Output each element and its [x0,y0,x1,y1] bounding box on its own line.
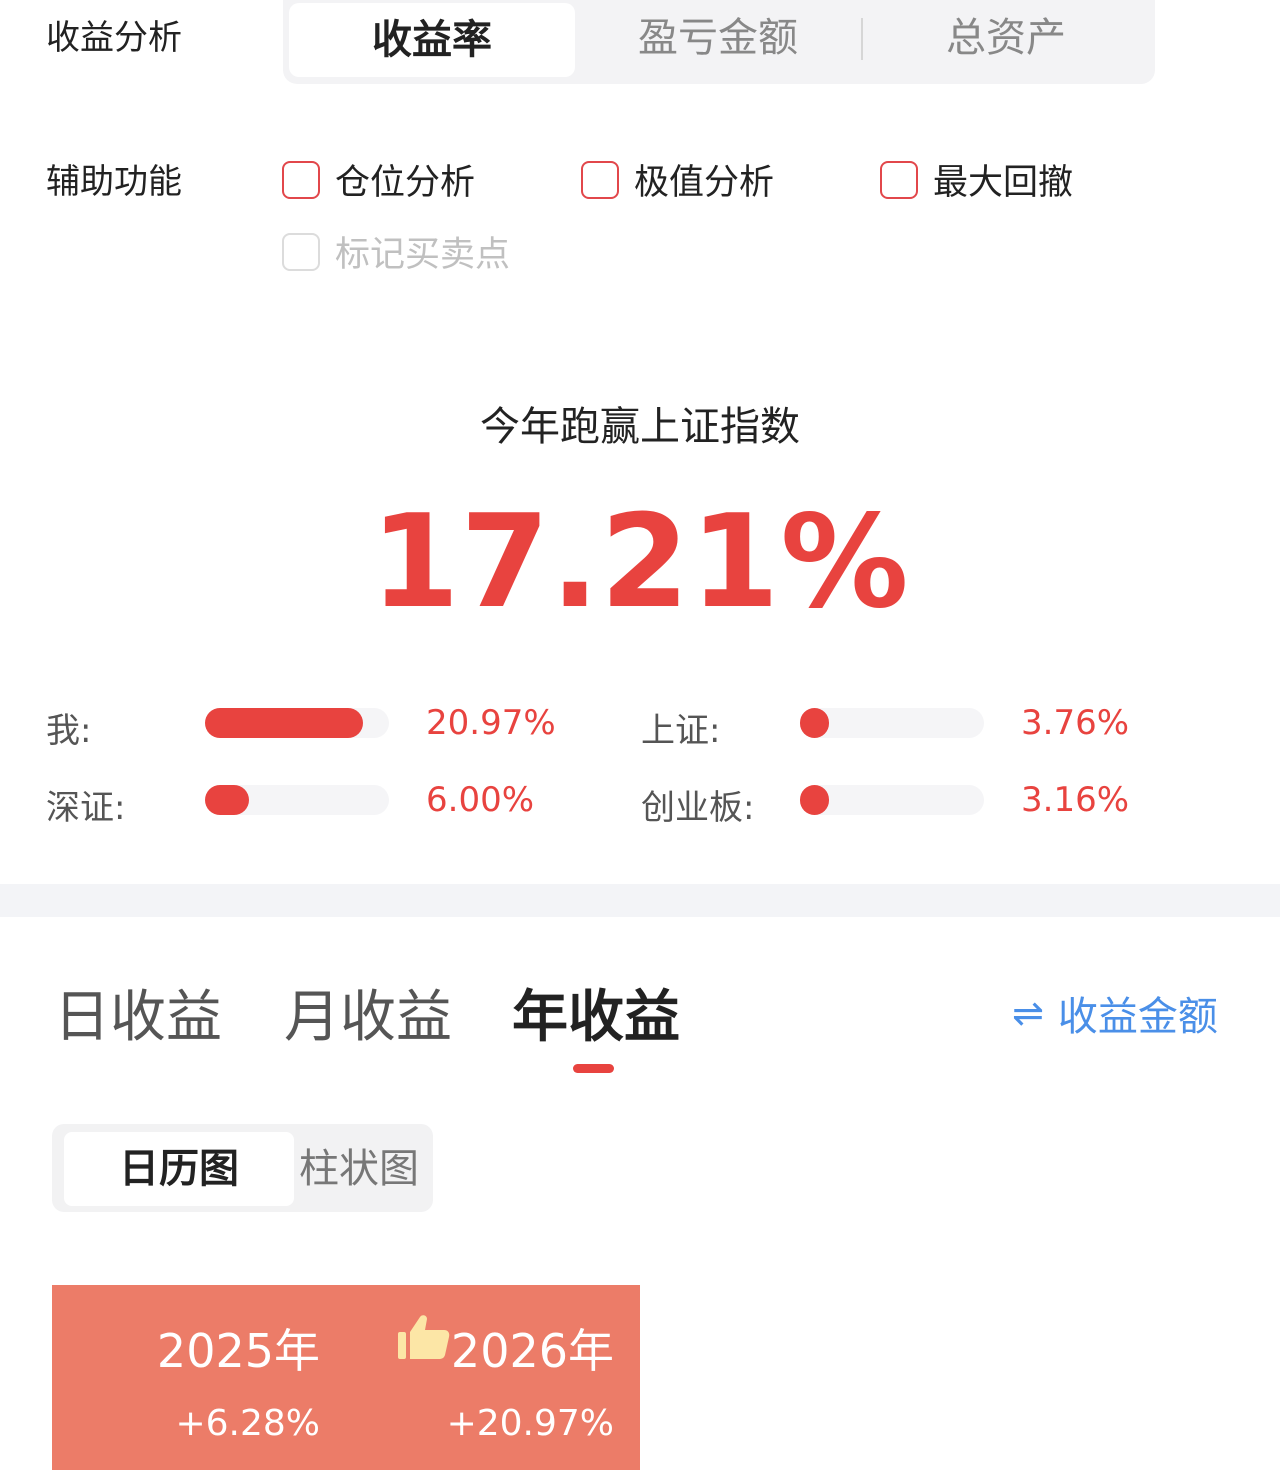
calendar-year: 2025年 [156,1324,320,1378]
compare-value-chinext: 3.16% [1021,780,1130,820]
compare-label-me: 我: [46,711,92,751]
checkbox-box[interactable] [880,160,918,199]
compare-label-sse: 上证: [641,711,721,751]
compare-bar-sse [800,708,830,738]
compare-track-chinext [800,785,984,815]
checkbox-box [282,232,320,271]
compare-track-szse [205,785,389,815]
calendar-return: +6.28% [175,1403,320,1444]
analysis-section-label: 收益分析 [46,18,182,58]
tab-calendar-view[interactable]: 日历图 [64,1132,294,1206]
thumbs-up-icon [398,1315,450,1359]
compare-bar-chinext [800,785,830,815]
checkbox-label: 最大回撤 [933,163,1074,203]
tab-return-rate[interactable]: 收益率 [289,3,575,77]
checkbox-mark-trades: 标记买卖点 [282,226,510,277]
outperform-value: 17.21% [370,488,910,637]
checkbox-label: 极值分析 [634,163,775,203]
checkbox-box[interactable] [282,160,320,199]
aux-section-label: 辅助功能 [46,162,182,202]
view-tab-group: 日历图 柱状图 [52,1124,433,1212]
compare-label-chinext: 创业板: [641,788,755,828]
compare-value-me: 20.97% [426,703,556,743]
compare-bar-me [205,708,364,738]
checkbox-max-drawdown[interactable]: 最大回撤 [880,154,1073,205]
swap-arrows-icon: ⇌ [1012,991,1044,1035]
compare-track-me [205,708,389,738]
checkbox-label: 标记买卖点 [335,235,511,275]
checkbox-position-analysis[interactable]: 仓位分析 [282,154,475,205]
analysis-tab-group: 收益率 盈亏金额 总资产 [283,0,1155,84]
section-separator [0,884,1280,917]
compare-bar-szse [205,785,250,815]
checkbox-label: 仓位分析 [335,163,476,203]
switch-link-label: 收益金额 [1057,994,1218,1040]
compare-value-sse: 3.76% [1021,703,1130,743]
outperform-title: 今年跑赢上证指数 [480,404,800,450]
tab-daily-return[interactable]: 日收益 [54,972,222,1053]
tab-monthly-return[interactable]: 月收益 [284,972,452,1053]
active-tab-indicator [573,1064,614,1073]
calendar-cell-2026[interactable]: 2026年 +20.97% [346,1285,640,1470]
switch-to-amount-link[interactable]: ⇌ 收益金额 [1012,984,1218,1042]
calendar-return: +20.97% [446,1403,614,1444]
compare-value-szse: 6.00% [426,780,535,820]
compare-label-szse: 深证: [46,788,126,828]
tab-total-assets[interactable]: 总资产 [863,0,1149,76]
calendar-cell-2025[interactable]: 2025年 +6.28% [52,1285,346,1470]
compare-track-sse [800,708,984,738]
checkbox-box[interactable] [581,160,619,199]
calendar-year: 2026年 [450,1324,614,1378]
tab-profit-amount[interactable]: 盈亏金额 [575,0,861,76]
tab-bar-view[interactable]: 柱状图 [294,1132,424,1206]
checkbox-extreme-analysis[interactable]: 极值分析 [581,154,774,205]
year-calendar: 2025年 +6.28% 2026年 +20.97% [52,1285,640,1470]
tab-yearly-return[interactable]: 年收益 [512,972,680,1053]
